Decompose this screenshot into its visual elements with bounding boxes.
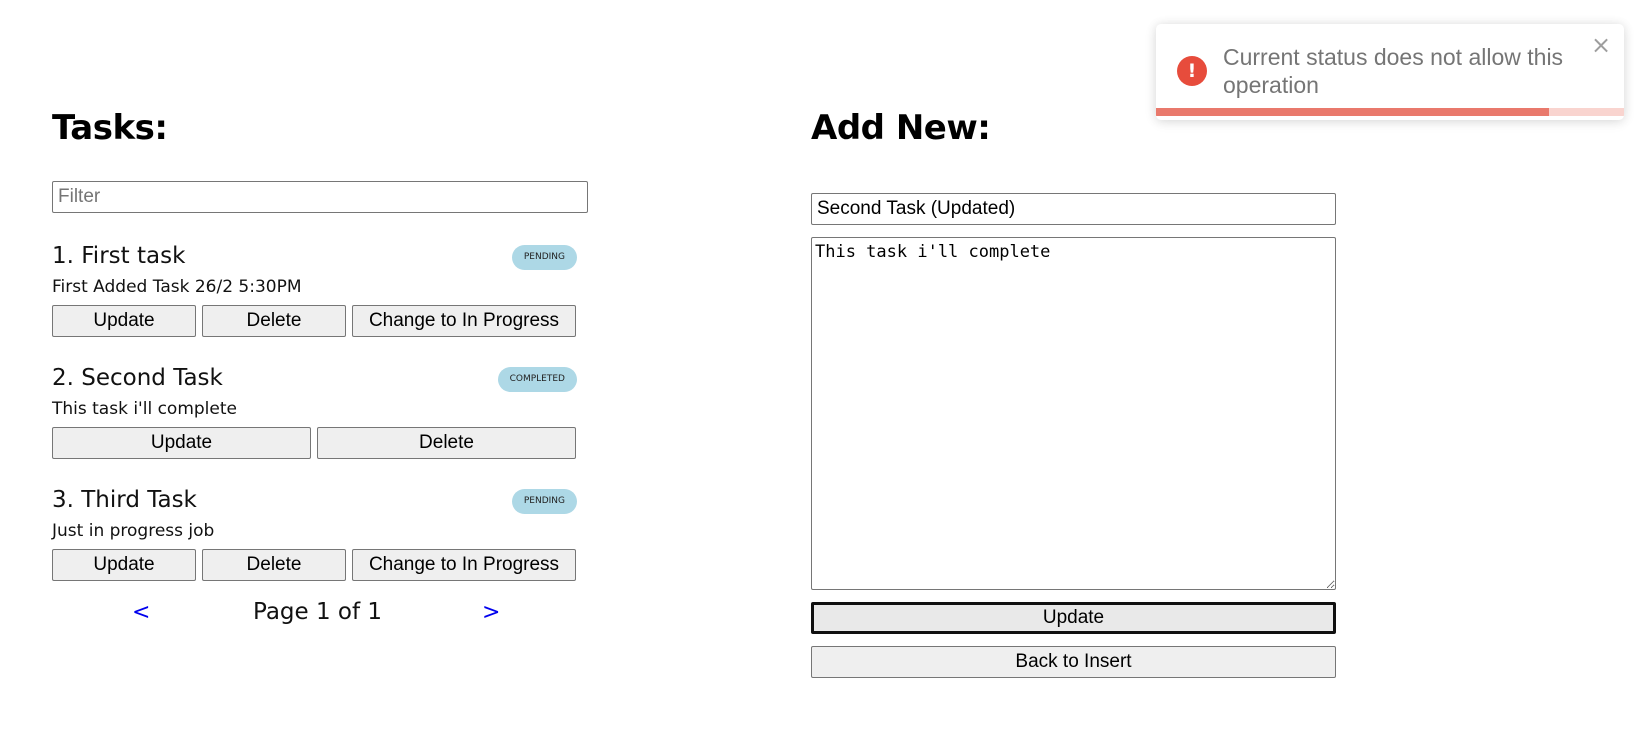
task-item: 3. Third Task PENDING Just in progress j… [52,487,577,599]
task-description: First Added Task 26/2 5:30PM [52,277,302,297]
back-to-insert-button[interactable]: Back to Insert [811,646,1336,678]
task-item: 1. First task PENDING First Added Task 2… [52,243,577,355]
error-toast: ! Current status does not allow this ope… [1156,24,1624,120]
next-page-link[interactable]: > [482,600,500,625]
task-description: This task i'll complete [52,399,237,419]
task-actions: Update Delete Change to In Progress [52,305,577,337]
toast-progress-fill [1156,108,1550,116]
delete-button[interactable]: Delete [202,305,346,337]
update-button[interactable]: Update [52,305,196,337]
toast-message: Current status does not allow this opera… [1223,44,1564,98]
status-badge: PENDING [511,489,577,514]
previous-page-link[interactable]: < [132,600,150,625]
task-item: 2. Second Task COMPLETED This task i'll … [52,365,577,477]
task-actions: Update Delete Change to In Progress [52,549,577,581]
task-title: 1. First task [52,243,186,269]
filter-input[interactable] [52,181,588,213]
task-title: 2. Second Task [52,365,223,391]
update-button[interactable]: Update [52,549,196,581]
page-indicator: Page 1 of 1 [253,599,383,625]
status-badge: PENDING [511,245,577,270]
change-to-in-progress-button[interactable]: Change to In Progress [352,549,576,581]
status-badge: COMPLETED [497,367,577,392]
close-icon[interactable]: × [1590,33,1612,57]
tasks-heading: Tasks: [52,108,168,148]
error-icon: ! [1177,56,1207,86]
task-description: Just in progress job [52,521,215,541]
change-to-in-progress-button[interactable]: Change to In Progress [352,305,576,337]
add-new-heading: Add New: [811,108,991,148]
task-actions: Update Delete [52,427,577,459]
delete-button[interactable]: Delete [317,427,576,459]
toast-progress-track [1156,108,1624,116]
form-update-button[interactable]: Update [811,602,1336,634]
delete-button[interactable]: Delete [202,549,346,581]
task-title: 3. Third Task [52,487,197,513]
update-button[interactable]: Update [52,427,311,459]
task-description-textarea[interactable]: This task i'll complete [811,237,1336,590]
task-title-input[interactable] [811,193,1336,225]
